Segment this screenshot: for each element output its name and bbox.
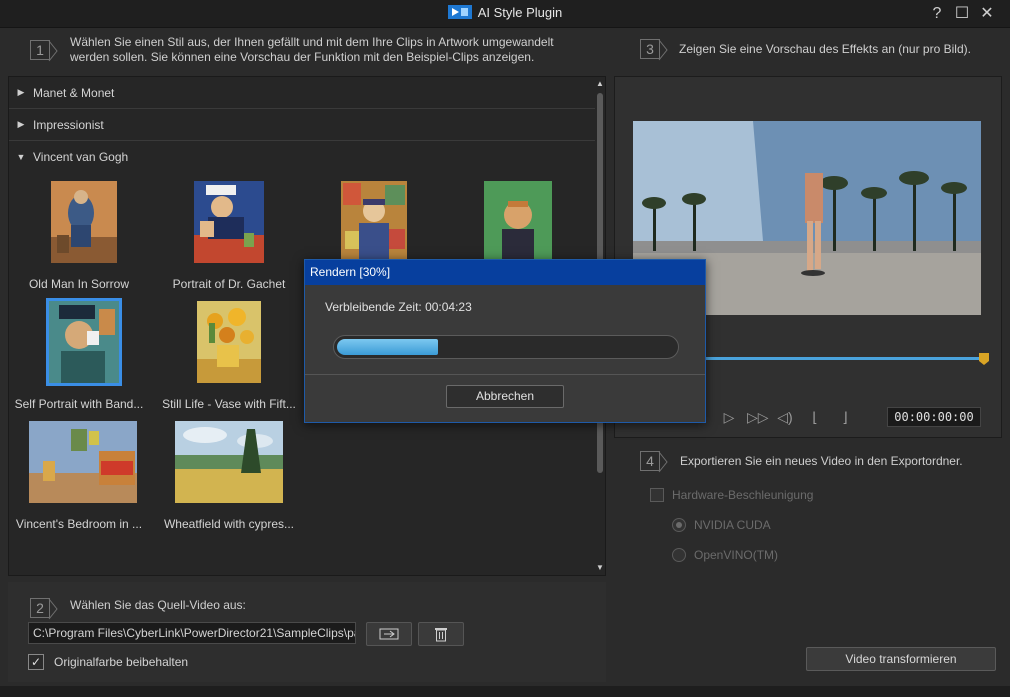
category-label: Vincent van Gogh <box>33 150 129 164</box>
dialog-divider <box>305 374 705 375</box>
style-label: Self Portrait with Band... <box>14 397 144 411</box>
cancel-button[interactable]: Abbrechen <box>446 385 564 408</box>
openvino-label: OpenVINO(TM) <box>694 548 779 562</box>
timeline-handle-icon[interactable] <box>979 353 989 365</box>
step-2-badge: 2 <box>28 597 60 620</box>
style-label: Wheatfield with cypres... <box>163 517 295 531</box>
keep-color-label: Originalfarbe beibehalten <box>54 655 189 669</box>
timecode-display: 00:00:00:00 <box>887 407 981 427</box>
painting-thumbnail <box>175 421 283 503</box>
style-wheatfield-cypresses[interactable]: Wheatfield with cypres... <box>159 421 299 541</box>
step-4-badge: 4 <box>638 450 670 473</box>
category-impressionist[interactable]: ▶ Impressionist <box>9 109 597 141</box>
volume-icon[interactable]: ◁) <box>775 409 795 427</box>
style-label: Still Life - Vase with Fift... <box>162 397 296 411</box>
style-old-man-in-sorrow[interactable]: Old Man In Sorrow <box>9 181 149 301</box>
painting-thumbnail <box>197 301 261 383</box>
play-icon[interactable]: ▷ <box>719 409 739 427</box>
hw-accel-checkbox[interactable] <box>650 488 664 502</box>
style-label: Portrait of Dr. Gachet <box>172 277 286 291</box>
openvino-option[interactable]: OpenVINO(TM) <box>672 548 778 562</box>
source-video-panel: 2 Wählen Sie das Quell-Video aus: C:\Pro… <box>8 582 606 682</box>
cuda-label: NVIDIA CUDA <box>694 518 771 532</box>
painting-thumbnail <box>194 181 264 263</box>
category-label: Manet & Monet <box>33 85 115 100</box>
step-3-number: 3 <box>640 39 660 59</box>
mark-out-icon[interactable]: ⌋ <box>835 409 855 427</box>
style-label: Vincent's Bedroom in ... <box>15 517 143 531</box>
chevron-right-icon <box>658 39 668 61</box>
step-3-text: Zeigen Sie eine Vorschau des Effekts an … <box>679 42 971 56</box>
category-van-gogh[interactable]: ▼ Vincent van Gogh <box>9 141 597 173</box>
step-1-badge: 1 <box>28 39 60 62</box>
bottom-strip <box>0 686 1010 697</box>
window-title: AI Style Plugin <box>477 4 563 20</box>
scroll-down-icon[interactable]: ▼ <box>596 563 604 573</box>
style-still-life-sunflowers[interactable]: Still Life - Vase with Fift... <box>159 301 299 421</box>
expand-arrow-icon: ▶ <box>17 87 25 97</box>
help-button[interactable]: ? <box>928 5 946 23</box>
painting-thumbnail-selected <box>46 298 122 386</box>
style-self-portrait-bandaged-ear[interactable]: Self Portrait with Band... <box>9 298 149 421</box>
import-video-icon <box>379 628 399 640</box>
painting-thumbnail <box>51 181 117 263</box>
step-2-text: Wählen Sie das Quell-Video aus: <box>70 598 246 612</box>
render-progress-bar <box>333 335 679 359</box>
scroll-up-icon[interactable]: ▲ <box>596 79 604 89</box>
category-label: Impressionist <box>33 117 104 132</box>
keep-color-checkbox[interactable]: ✓ <box>28 654 44 670</box>
source-path-field[interactable]: C:\Program Files\CyberLink\PowerDirector… <box>28 622 356 644</box>
painting-thumbnail <box>341 181 407 263</box>
cuda-radio[interactable] <box>672 518 686 532</box>
painting-thumbnail <box>484 181 552 263</box>
hw-accel-label: Hardware-Beschleunigung <box>672 488 814 502</box>
step-4-text: Exportieren Sie ein neues Video in den E… <box>680 454 963 468</box>
chevron-right-icon <box>48 40 58 62</box>
chevron-right-icon <box>48 598 58 620</box>
collapse-arrow-icon: ▼ <box>16 152 26 162</box>
render-dialog-title: Rendern [30%] <box>305 260 705 285</box>
maximize-button[interactable]: ☐ <box>953 5 971 23</box>
step-3-badge: 3 <box>638 38 670 61</box>
mark-in-icon[interactable]: ⌊ <box>805 409 825 427</box>
render-dialog: Rendern [30%] Verbleibende Zeit: 00:04:2… <box>304 259 706 423</box>
hw-accel-option[interactable]: Hardware-Beschleunigung <box>650 488 813 502</box>
chevron-right-icon <box>658 451 668 473</box>
app-logo-icon <box>447 5 472 19</box>
step-4-number: 4 <box>640 451 660 471</box>
browse-button[interactable] <box>366 622 412 646</box>
trash-icon <box>435 628 447 642</box>
delete-button[interactable] <box>418 622 464 646</box>
step-1-number: 1 <box>30 40 50 60</box>
style-portrait-dr-gachet[interactable]: Portrait of Dr. Gachet <box>159 181 299 301</box>
remaining-time: Verbleibende Zeit: 00:04:23 <box>325 300 472 314</box>
title-bar: AI Style Plugin ? ☐ ✕ <box>0 0 1010 28</box>
style-label: Old Man In Sorrow <box>28 277 130 291</box>
style-vincents-bedroom[interactable]: Vincent's Bedroom in ... <box>9 421 149 541</box>
step-1-text: Wählen Sie einen Stil aus, der Ihnen gef… <box>70 35 554 64</box>
preview-timeline[interactable] <box>705 357 985 360</box>
category-manet-monet[interactable]: ▶ Manet & Monet <box>9 77 597 109</box>
step-2-number: 2 <box>30 598 50 618</box>
render-progress-fill <box>337 339 438 355</box>
transform-video-button[interactable]: Video transformieren <box>806 647 996 671</box>
title-wrap: AI Style Plugin <box>0 3 1010 21</box>
close-button[interactable]: ✕ <box>978 5 996 23</box>
openvino-radio[interactable] <box>672 548 686 562</box>
next-frame-icon[interactable]: ▷▷ <box>747 409 769 427</box>
painting-thumbnail <box>29 421 137 503</box>
cuda-option[interactable]: NVIDIA CUDA <box>672 518 771 532</box>
expand-arrow-icon: ▶ <box>17 119 25 129</box>
